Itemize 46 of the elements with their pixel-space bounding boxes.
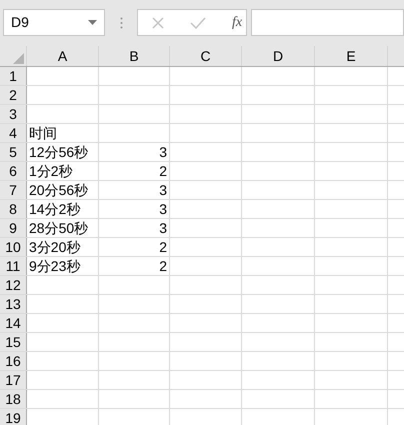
row-header[interactable]: 19: [0, 409, 27, 425]
cell-value: 2: [159, 256, 167, 276]
row-header[interactable]: 8: [0, 200, 27, 218]
cell-value: 12分56秒: [29, 142, 88, 162]
row-header[interactable]: 9: [0, 219, 27, 237]
column-header[interactable]: A: [27, 46, 99, 66]
formula-input[interactable]: [251, 9, 404, 36]
cell-value: 2: [159, 238, 167, 256]
row-header[interactable]: 4: [0, 124, 27, 142]
row-header[interactable]: 5: [0, 143, 27, 161]
insert-function-button[interactable]: fx: [232, 12, 242, 33]
cell-value: 2: [159, 162, 167, 180]
cell-value: 14分2秒: [29, 200, 80, 218]
cell-value: 1分2秒: [29, 162, 73, 180]
row-header[interactable]: 11: [0, 257, 27, 275]
row-header[interactable]: 10: [0, 238, 27, 256]
row-header[interactable]: 13: [0, 295, 27, 313]
name-box[interactable]: D9: [3, 9, 105, 36]
dropdown-caret-icon[interactable]: [88, 20, 97, 25]
row-header[interactable]: 16: [0, 352, 27, 370]
cell-reference: D9: [11, 13, 29, 32]
row-header[interactable]: 1: [0, 67, 27, 85]
row-header[interactable]: 6: [0, 162, 27, 180]
row-header[interactable]: 15: [0, 333, 27, 351]
cell-value: 3: [159, 142, 167, 162]
row-header[interactable]: 17: [0, 371, 27, 389]
cell-value: 3: [159, 218, 167, 238]
column-header[interactable]: C: [170, 46, 242, 66]
row-header[interactable]: 7: [0, 181, 27, 199]
row-header[interactable]: 14: [0, 314, 27, 332]
corner-triangle-icon: [13, 53, 24, 64]
cell-value: 28分50秒: [29, 218, 88, 238]
cell-value: 3分20秒: [29, 238, 80, 256]
cell-value: 3: [159, 180, 167, 200]
grip-dots-icon: [120, 16, 123, 28]
row-header[interactable]: 2: [0, 86, 27, 104]
cell-value: 时间: [29, 124, 57, 142]
cell-value: 3: [159, 200, 167, 218]
column-header[interactable]: E: [315, 46, 388, 66]
column-header[interactable]: D: [242, 46, 315, 66]
row-header[interactable]: 3: [0, 105, 27, 123]
cell-value: 9分23秒: [29, 256, 80, 276]
row-header[interactable]: 18: [0, 390, 27, 408]
cell-value: 20分56秒: [29, 180, 88, 200]
column-header[interactable]: B: [99, 46, 170, 66]
row-header[interactable]: 12: [0, 276, 27, 294]
